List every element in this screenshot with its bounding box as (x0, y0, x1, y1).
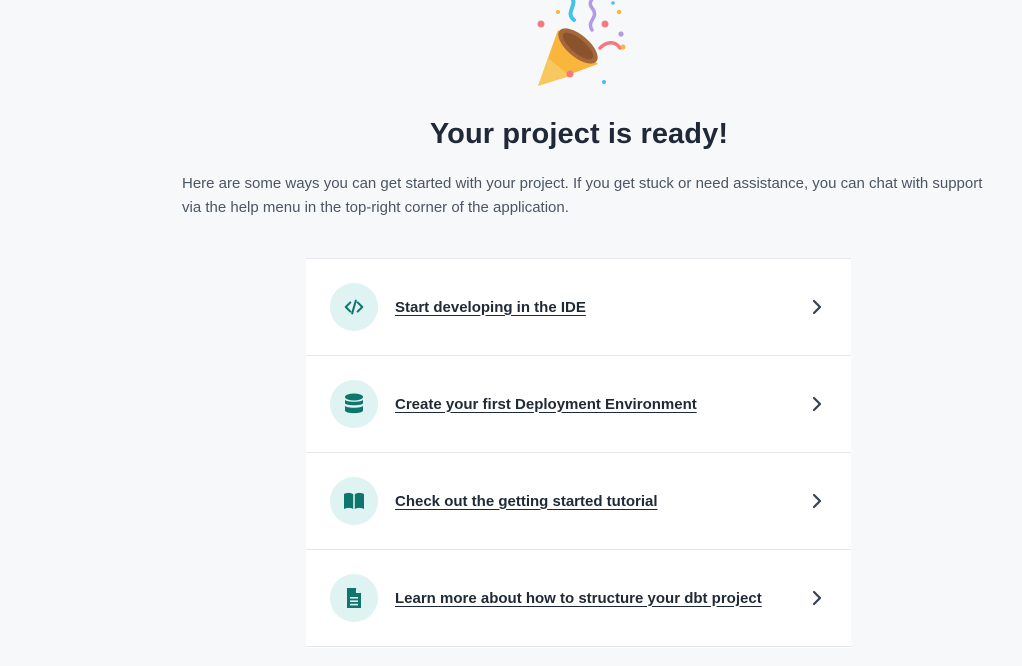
chevron-right-icon (812, 590, 822, 606)
list-item-label[interactable]: Check out the getting started tutorial (395, 493, 808, 510)
party-popper-icon (537, 0, 626, 86)
list-item-deployment-environment[interactable]: Create your first Deployment Environment (306, 356, 851, 453)
page: Your project is ready! Here are some way… (0, 0, 1022, 666)
list-item-label[interactable]: Create your first Deployment Environment (395, 396, 808, 413)
code-icon (330, 283, 378, 331)
database-icon (330, 380, 378, 428)
intro-text: Here are some ways you can get started w… (182, 175, 983, 216)
document-icon (330, 574, 378, 622)
book-icon (330, 477, 378, 525)
page-title: Your project is ready! (429, 118, 729, 150)
getting-started-list: Start developing in the IDE Create your … (306, 258, 851, 648)
chevron-right-icon (812, 396, 822, 412)
chevron-right-icon (812, 299, 822, 315)
list-item-label[interactable]: Start developing in the IDE (395, 299, 808, 316)
list-item-start-developing-ide[interactable]: Start developing in the IDE (306, 259, 851, 356)
chevron-right-icon (812, 493, 822, 509)
list-item-label[interactable]: Learn more about how to structure your d… (395, 590, 808, 607)
list-item-getting-started-tutorial[interactable]: Check out the getting started tutorial (306, 453, 851, 550)
list-item-structure-dbt-project[interactable]: Learn more about how to structure your d… (306, 550, 851, 647)
